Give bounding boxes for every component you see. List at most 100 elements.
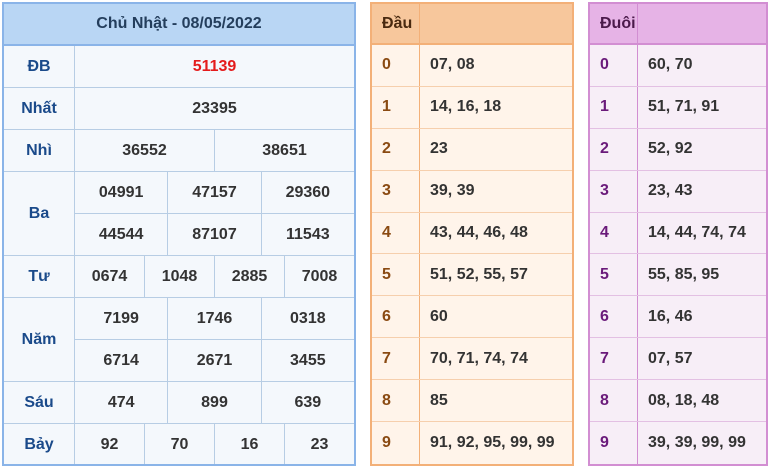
duoi-row: 1 51, 71, 91 [590,86,766,129]
dau-values: 70, 71, 74, 74 [430,349,528,367]
prize-number: 11543 [286,225,330,243]
duoi-row: 4 14, 44, 74, 74 [590,212,766,255]
dau-values: 39, 39 [430,182,475,200]
prize-number: 474 [75,382,169,423]
duoi-values: 08, 18, 48 [648,391,720,409]
dau-values: 60 [430,307,448,325]
dau-row: 4 43, 44, 46, 48 [372,212,572,255]
prize-number: 6714 [75,340,169,381]
prize-number: 23 [310,436,329,453]
duoi-values: 60, 70 [648,56,693,74]
duoi-row: 6 16, 46 [590,296,766,339]
duoi-row: 5 55, 85, 95 [590,254,766,297]
duoi-row: 0 60, 70 [590,45,766,87]
dau-row: 8 85 [372,380,572,423]
dau-digit: 3 [372,170,420,212]
dau-digit: 0 [372,45,420,86]
lottery-results-table: Chủ Nhật - 08/05/2022 ĐB 51139 Nhất 23395 Nh… [2,2,356,466]
prize-row: Nhất 23395 [4,88,354,130]
dau-row: 0 07, 08 [372,45,572,87]
dau-row: 6 60 [372,296,572,339]
duoi-digit: 0 [590,45,638,86]
prize-number: 29360 [285,183,331,201]
duoi-table: Đuôi 0 60, 70 1 51, 71, 91 2 52, 92 3 23, 43 4 14… [588,2,768,466]
duoi-body: 0 60, 70 1 51, 71, 91 2 52, 92 3 23, 43 4 14, 44,… [590,45,766,464]
dau-values: 91, 92, 95, 99, 99 [430,433,555,451]
prize-number: 87107 [168,214,262,255]
dau-digit: 5 [372,254,420,296]
results-title: Chủ Nhật - 08/05/2022 [4,4,354,46]
duoi-digit: 7 [590,338,638,380]
duoi-digit: 8 [590,380,638,422]
dau-values: 23 [430,140,448,158]
duoi-header: Đuôi [590,4,766,45]
dau-digit: 2 [372,128,420,170]
dau-row: 2 23 [372,128,572,171]
prize-number: 2885 [215,256,285,297]
prize-number: 7199 [75,298,169,339]
duoi-row: 2 52, 92 [590,128,766,171]
duoi-values: 07, 57 [648,349,693,367]
dau-row: 7 70, 71, 74, 74 [372,338,572,381]
dau-digit: 4 [372,212,420,254]
duoi-digit: 3 [590,170,638,212]
dau-digit: 6 [372,296,420,338]
dau-digit: 7 [372,338,420,380]
duoi-digit: 9 [590,422,638,464]
prize-row: Năm 7199 1746 0318 6714 2671 3455 [4,298,354,382]
prize-number: 04991 [75,172,169,213]
duoi-row: 3 23, 43 [590,170,766,213]
dau-row: 5 51, 52, 55, 57 [372,254,572,297]
duoi-row: 7 07, 57 [590,338,766,381]
duoi-values: 39, 39, 99, 99 [648,433,746,451]
prize-number: 51139 [192,57,237,75]
prize-row: Nhì 36552 38651 [4,130,354,172]
prize-number: 0318 [290,309,326,327]
duoi-title: Đuôi [590,4,638,43]
prize-label: Sáu [4,382,75,423]
dau-row: 3 39, 39 [372,170,572,213]
duoi-row: 8 08, 18, 48 [590,380,766,423]
duoi-digit: 6 [590,296,638,338]
duoi-values: 16, 46 [648,307,693,325]
prize-row: ĐB 51139 [4,46,354,88]
prize-row: Sáu 474 899 639 [4,382,354,424]
prize-label: Bảy [4,424,75,464]
duoi-digit: 4 [590,212,638,254]
prize-label: ĐB [4,46,75,87]
dau-digit: 8 [372,380,420,422]
duoi-values: 14, 44, 74, 74 [648,224,746,241]
duoi-digit: 1 [590,86,638,128]
results-body: ĐB 51139 Nhất 23395 Nhì 36552 38651 Ba 04991 4715… [4,46,354,464]
duoi-values: 23, 43 [648,182,693,200]
prize-number: 1048 [145,256,215,297]
dau-values: 85 [430,391,448,409]
dau-digit: 9 [372,422,420,464]
dau-title: Đầu [372,4,420,43]
prize-number: 38651 [262,141,307,159]
prize-row: Tư 0674 1048 2885 7008 [4,256,354,298]
dau-row: 9 91, 92, 95, 99, 99 [372,422,572,464]
dau-values: 43, 44, 46, 48 [430,224,528,241]
prize-number: 23395 [192,99,237,117]
dau-header: Đầu [372,4,572,45]
prize-number: 70 [145,424,215,464]
prize-label: Ba [4,172,75,255]
duoi-values: 51, 71, 91 [648,98,720,116]
dau-values: 14, 16, 18 [430,98,502,116]
dau-row: 1 14, 16, 18 [372,86,572,129]
dau-body: 0 07, 08 1 14, 16, 18 2 23 3 39, 39 4 43, 44, 46,… [372,45,572,464]
dau-values: 07, 08 [430,56,475,74]
prize-label: Nhì [4,130,75,171]
prize-number: 47157 [168,172,262,213]
prize-number: 0674 [75,256,145,297]
duoi-row: 9 39, 39, 99, 99 [590,422,766,464]
prize-number: 44544 [75,214,169,255]
prize-number: 3455 [290,351,326,369]
duoi-values: 55, 85, 95 [648,265,720,283]
prize-number: 7008 [301,267,338,285]
prize-row: Ba 04991 47157 29360 44544 87107 11543 [4,172,354,256]
dau-digit: 1 [372,86,420,128]
dau-table: Đầu 0 07, 08 1 14, 16, 18 2 23 3 39, 39 4 43, 44,… [370,2,574,466]
prize-label: Tư [4,256,75,297]
